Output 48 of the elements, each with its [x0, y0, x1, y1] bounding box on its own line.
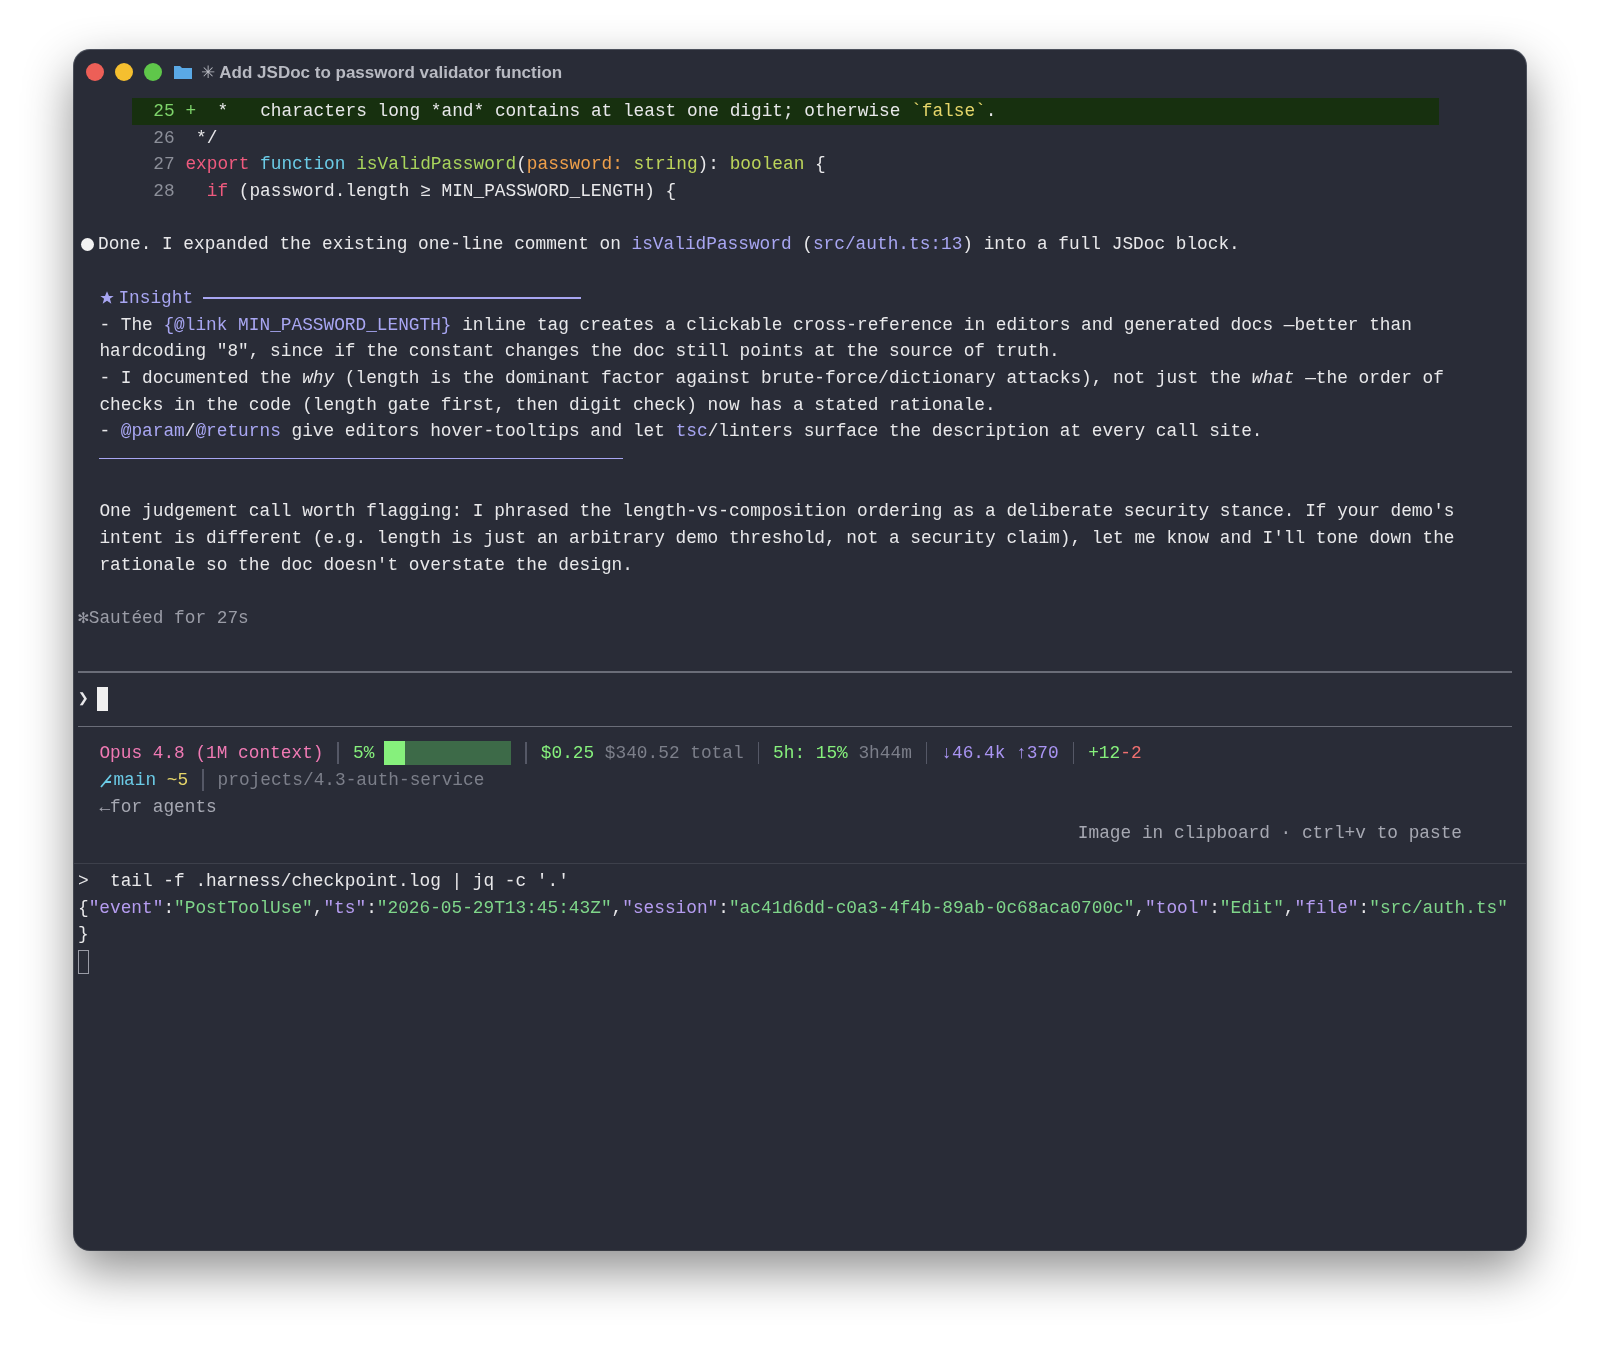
minimize-button[interactable] [115, 63, 133, 81]
usage-label: 5h: 15% [773, 742, 848, 766]
context-percent: 5% [353, 742, 375, 766]
mode-label: ←for agents [99, 795, 217, 819]
maximize-button[interactable] [144, 63, 162, 81]
insight-text: - @param/@returns give editors hover-tooltips and let tsc/linters surface the description at every call site. [99, 420, 1263, 444]
input-field[interactable] [96, 687, 108, 712]
bullet-icon [81, 238, 94, 252]
line-number: 27 [152, 153, 175, 177]
tokens-out-label: ↑370 [1016, 742, 1059, 766]
code-text: */ [195, 126, 218, 150]
insight-text: - The {@link MIN_PASSWORD_LENGTH} inline tag creates a clickable cross-reference in editors and generated docs —better than [99, 313, 1412, 337]
window-title: ✳ Add JSDoc to password validator function [201, 61, 563, 83]
total-cost-label: $340.52 total [604, 742, 744, 766]
dirty-count: ~5 [166, 768, 189, 792]
folder-icon [173, 64, 193, 80]
log-output: } [78, 923, 90, 947]
shell-command: > tail -f .harness/checkpoint.log | jq -c '.' [78, 869, 570, 893]
response-text: intent is different (e.g. length is just an arbitrary demo threshold, not a security claim), let me know and I'll tone down the [99, 527, 1455, 550]
prompt-symbol: ❯ [78, 687, 89, 711]
tokens-in-label: ↓46.4k [941, 742, 1006, 766]
insight-text: hardcoding "8", since if the constant changes the doc still points at the source of truth. [99, 340, 1060, 364]
code-text: if (password.length ≥ MIN_PASSWORD_LENGTH) { [205, 180, 677, 204]
code-text: * characters long *and* contains at least one digit; otherwise `false`. [217, 100, 997, 123]
code-text: export function isValidPassword(password: string): boolean { [185, 153, 826, 177]
insight-title: Insight [118, 286, 194, 310]
insight-text: - I documented the why (length is the dominant factor against brute-force/dictionary attacks), not just the what —the order of [99, 366, 1444, 390]
cost-label: $0.25 [540, 742, 595, 766]
clipboard-hint: Image in clipboard · ctrl+v to paste [1077, 822, 1462, 846]
model-label: Opus 4.8 (1M context) [99, 742, 324, 766]
close-button[interactable] [86, 63, 104, 81]
response-text: One judgement call worth flagging: I phrased the length-vs-composition ordering as a deliberate security stance. If your demo's [99, 500, 1455, 524]
message-text: Done. I expanded the existing one-line comment on isValidPassword (src/auth.ts:13) into a full JSDoc block. [98, 233, 1240, 257]
response-text: rationale so the doc doesn't overstate the design. [99, 553, 633, 577]
lines-added-label: +12 [1088, 742, 1121, 766]
path-label: projects/4.3-auth-service [217, 768, 485, 792]
insight-text: checks in the code (length gate first, then digit check) now has a stated rationale. [99, 393, 996, 417]
reset-label: 3h44m [858, 742, 912, 766]
terminal-cursor [78, 949, 89, 974]
status-text: ✻Sautéed for 27s [78, 608, 249, 629]
branch-label: main [113, 768, 157, 792]
lines-removed-label: -2 [1120, 742, 1142, 766]
line-number: 28 [152, 180, 175, 204]
line-number: 26 [152, 126, 175, 150]
line-number: 25 [152, 100, 175, 123]
diff-marker: + [185, 100, 198, 123]
log-output: {"event":"PostToolUse","ts":"2026-05-29T13:45:43Z","session":"ac41d6dd-c0a3-4f4b-89ab-0c68aca0700c","tool":"Edit","file":"src/auth.ts" [78, 896, 1509, 920]
branch-icon [99, 772, 114, 789]
